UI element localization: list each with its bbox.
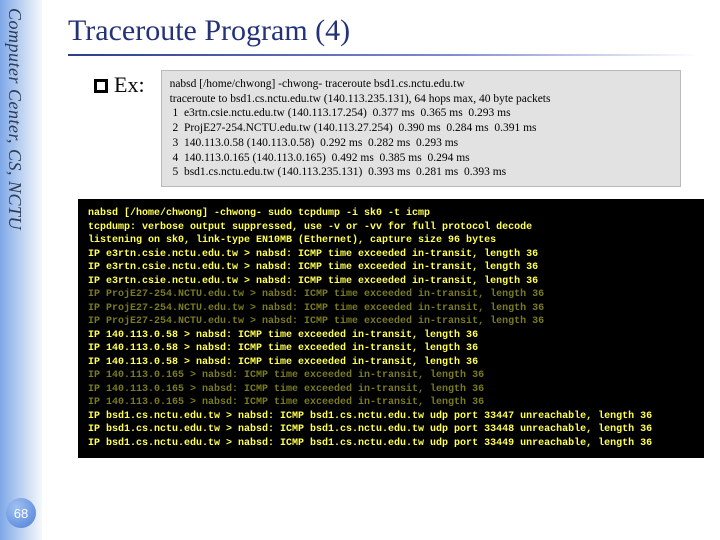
terminal-line: IP bsd1.cs.nctu.edu.tw > nabsd: ICMP bsd…	[88, 423, 694, 437]
rail-text: Computer Center, CS, NCTU	[4, 8, 25, 230]
terminal-line: IP e3rtn.csie.nctu.edu.tw > nabsd: ICMP …	[88, 275, 694, 289]
terminal-line: IP bsd1.cs.nctu.edu.tw > nabsd: ICMP bsd…	[88, 410, 694, 424]
trace-line: traceroute to bsd1.cs.nctu.edu.tw (140.1…	[170, 92, 672, 107]
trace-line: 2 ProjE27-254.NCTU.edu.tw (140.113.27.25…	[170, 121, 672, 136]
traceroute-output: nabsd [/home/chwong] -chwong- traceroute…	[161, 70, 681, 187]
example-label-text: Ex:	[114, 72, 145, 97]
example-row: Ex: nabsd [/home/chwong] -chwong- tracer…	[94, 70, 700, 187]
terminal-line: IP ProjE27-254.NCTU.edu.tw > nabsd: ICMP…	[88, 302, 694, 316]
terminal-line: IP ProjE27-254.NCTU.edu.tw > nabsd: ICMP…	[88, 288, 694, 302]
trace-line: 1 e3rtn.csie.nctu.edu.tw (140.113.17.254…	[170, 106, 672, 121]
example-label: Ex:	[94, 72, 145, 98]
terminal-line: IP e3rtn.csie.nctu.edu.tw > nabsd: ICMP …	[88, 248, 694, 262]
terminal-line: listening on sk0, link-type EN10MB (Ethe…	[88, 234, 694, 248]
terminal-line: IP e3rtn.csie.nctu.edu.tw > nabsd: ICMP …	[88, 261, 694, 275]
terminal-line: IP 140.113.0.58 > nabsd: ICMP time excee…	[88, 329, 694, 343]
terminal-line: IP 140.113.0.58 > nabsd: ICMP time excee…	[88, 342, 694, 356]
slide-content: Traceroute Program (4) Ex: nabsd [/home/…	[54, 0, 714, 458]
terminal-line: IP ProjE27-254.NCTU.edu.tw > nabsd: ICMP…	[88, 315, 694, 329]
tcpdump-terminal: nabsd [/home/chwong] -chwong- sudo tcpdu…	[78, 199, 704, 458]
terminal-line: IP 140.113.0.165 > nabsd: ICMP time exce…	[88, 396, 694, 410]
trace-line: 5 bsd1.cs.nctu.edu.tw (140.113.235.131) …	[170, 165, 672, 180]
terminal-line: IP 140.113.0.165 > nabsd: ICMP time exce…	[88, 383, 694, 397]
divider	[68, 54, 700, 56]
slide-title: Traceroute Program (4)	[68, 14, 700, 48]
bullet-icon	[94, 79, 108, 93]
terminal-line: IP bsd1.cs.nctu.edu.tw > nabsd: ICMP bsd…	[88, 437, 694, 451]
trace-line: nabsd [/home/chwong] -chwong- traceroute…	[170, 77, 672, 92]
terminal-line: IP 140.113.0.165 > nabsd: ICMP time exce…	[88, 369, 694, 383]
page-number: 68	[6, 498, 36, 528]
terminal-line: IP 140.113.0.58 > nabsd: ICMP time excee…	[88, 356, 694, 370]
trace-line: 3 140.113.0.58 (140.113.0.58) 0.292 ms 0…	[170, 136, 672, 151]
terminal-line: tcpdump: verbose output suppressed, use …	[88, 221, 694, 235]
terminal-line: nabsd [/home/chwong] -chwong- sudo tcpdu…	[88, 207, 694, 221]
trace-line: 4 140.113.0.165 (140.113.0.165) 0.492 ms…	[170, 151, 672, 166]
left-rail: Computer Center, CS, NCTU	[0, 0, 42, 540]
